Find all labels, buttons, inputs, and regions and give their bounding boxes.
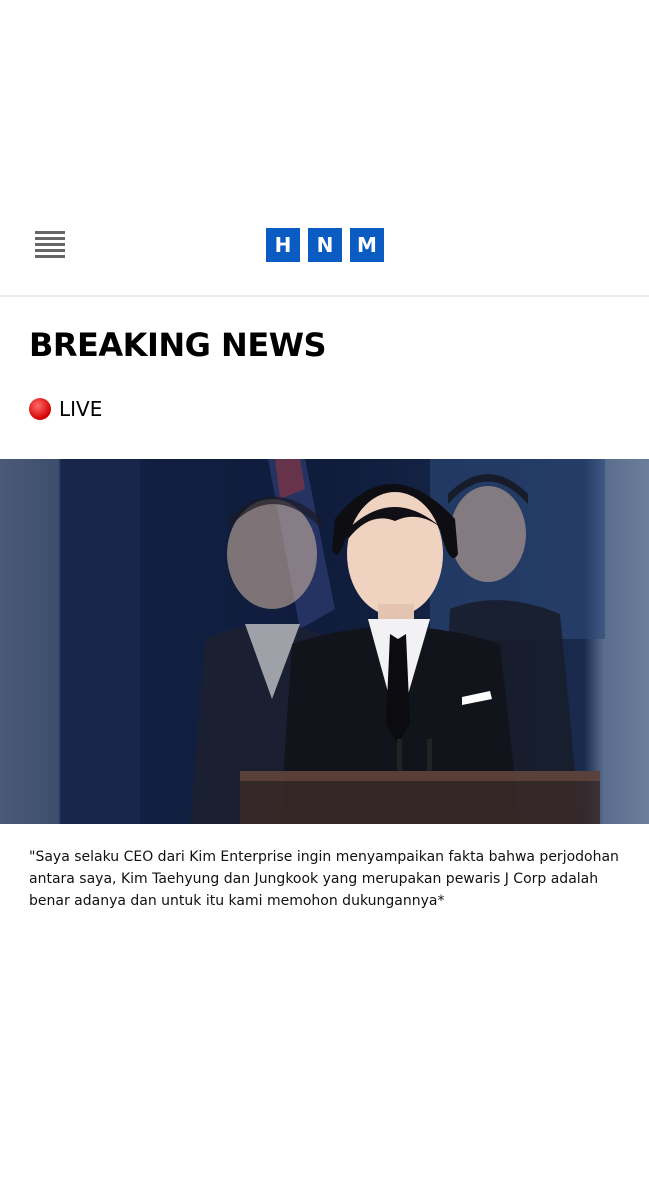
live-indicator: LIVE	[29, 397, 102, 421]
live-label: LIVE	[59, 397, 103, 421]
page-title: BREAKING NEWS	[29, 326, 327, 364]
site-logo[interactable]: H N M	[266, 228, 384, 262]
red-circle-icon	[29, 398, 51, 420]
site-header: H N M	[0, 200, 649, 297]
logo-letter-n: N	[308, 228, 342, 262]
hamburger-menu-icon[interactable]	[35, 231, 65, 258]
logo-letter-m: M	[350, 228, 384, 262]
article-quote: "Saya selaku CEO dari Kim Enterprise ing…	[29, 849, 619, 909]
news-photo	[0, 459, 649, 824]
logo-letter-h: H	[266, 228, 300, 262]
